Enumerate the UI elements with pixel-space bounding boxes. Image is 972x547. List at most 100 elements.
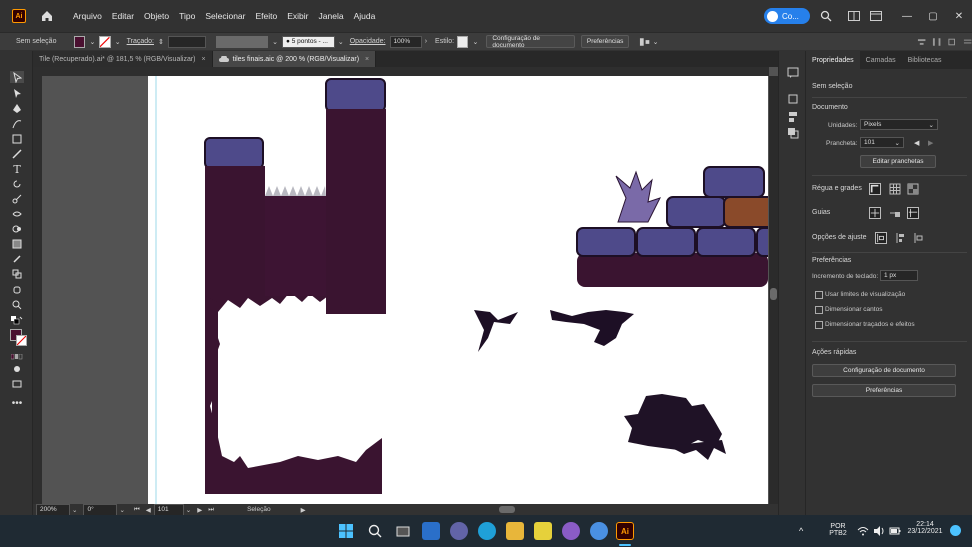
prev-artboard-icon[interactable]: ◀	[146, 506, 151, 514]
screen-mode[interactable]	[10, 378, 24, 390]
notification-badge[interactable]	[950, 525, 961, 536]
preferences-button[interactable]: Preferências	[580, 35, 630, 48]
hand-tool[interactable]	[10, 283, 24, 295]
brush-dropdown-icon[interactable]: ⌄	[338, 38, 344, 46]
menu-arquivo[interactable]: Arquivo	[68, 11, 107, 21]
status-arrow-icon[interactable]: ▶	[301, 506, 306, 514]
shape-builder-tool[interactable]	[10, 223, 24, 235]
transform-icon[interactable]	[947, 37, 956, 47]
drawing-modes[interactable]	[10, 363, 24, 375]
menu-ajuda[interactable]: Ajuda	[349, 11, 381, 21]
input-language[interactable]: POR PTB2	[826, 523, 850, 537]
units-select[interactable]: Pixels ⌄	[860, 119, 938, 130]
pathfinder-icon[interactable]	[787, 127, 799, 139]
artboard[interactable]	[148, 76, 778, 504]
scale-strokes-effects-checkbox[interactable]	[815, 321, 823, 329]
curvature-tool[interactable]	[10, 117, 24, 129]
menu-objeto[interactable]: Objeto	[139, 11, 174, 21]
show-hidden-icons[interactable]: ^	[799, 526, 803, 536]
artboards-icon[interactable]	[787, 93, 799, 105]
clock[interactable]: 22:14 23/12/2021	[905, 521, 945, 535]
menu-selecionar[interactable]: Selecionar	[200, 11, 250, 21]
artwork[interactable]	[148, 76, 778, 504]
last-artboard-icon[interactable]: ⏭	[208, 506, 214, 514]
lock-guides-icon[interactable]	[889, 207, 901, 219]
vertical-ruler[interactable]	[33, 76, 42, 504]
opacity-arrow-icon[interactable]: ›	[425, 38, 427, 45]
tool-status[interactable]: Seleção	[247, 506, 271, 513]
arrange-documents-icon[interactable]	[848, 11, 860, 21]
width-tool[interactable]	[10, 208, 24, 220]
menu-tipo[interactable]: Tipo	[174, 11, 200, 21]
align-panel-icon[interactable]	[787, 111, 799, 123]
tab-libraries[interactable]: Bibliotecas	[902, 51, 948, 69]
vertical-scrollbar[interactable]	[769, 76, 778, 504]
vertical-scroll-thumb[interactable]	[770, 288, 777, 300]
align-icon[interactable]	[917, 37, 926, 47]
ruler-toggle-icon[interactable]	[869, 183, 881, 195]
arrange-dropdown-icon[interactable]: ⌄	[653, 38, 659, 46]
use-preview-bounds-checkbox[interactable]	[815, 291, 823, 299]
zoom-tool[interactable]	[10, 299, 24, 311]
comments-icon[interactable]	[787, 67, 799, 79]
tab-tile-recuperado[interactable]: Tile (Recuperado).ai* @ 181,5 % (RGB/Vis…	[33, 51, 213, 67]
maximize-button[interactable]: ▢	[920, 11, 946, 22]
task-view-icon[interactable]	[396, 524, 410, 538]
rectangle-tool[interactable]	[10, 133, 24, 145]
rotation-dropdown-icon[interactable]: ⌄	[119, 506, 124, 514]
menu-exibir[interactable]: Exibir	[282, 11, 313, 21]
artboard-select[interactable]: 101 ⌄	[860, 137, 904, 148]
blend-tool[interactable]	[10, 268, 24, 280]
search-icon[interactable]	[820, 10, 832, 22]
opacity-label[interactable]: Opacidade:	[350, 38, 386, 45]
smart-guides-icon[interactable]	[907, 207, 919, 219]
fill-swatch[interactable]	[74, 35, 86, 48]
keyboard-increment-field[interactable]: 1 px	[880, 270, 918, 281]
stroke-weight-stepper[interactable]: ⇕	[158, 38, 164, 46]
next-artboard-panel-icon[interactable]: ▶	[928, 139, 933, 147]
rotation-field[interactable]: 0°	[83, 503, 118, 516]
grid-toggle-icon[interactable]	[889, 183, 901, 195]
prev-artboard-panel-icon[interactable]: ◀	[914, 139, 919, 147]
scale-tool[interactable]	[10, 193, 24, 205]
style-dropdown-icon[interactable]: ⌄	[472, 38, 478, 46]
quick-document-setup-button[interactable]: Configuração de documento	[812, 364, 956, 377]
eyedropper-tool[interactable]	[10, 253, 24, 265]
zoom-field[interactable]: 200%	[36, 503, 70, 516]
profile-dropdown-icon[interactable]: ⌄	[272, 38, 278, 46]
transparency-grid-icon[interactable]	[907, 183, 919, 195]
zoom-dropdown-icon[interactable]: ⌄	[72, 506, 77, 514]
chrome-profile-icon[interactable]	[562, 522, 580, 540]
wifi-icon[interactable]	[857, 526, 869, 536]
type-tool[interactable]: T	[10, 163, 24, 176]
edge-browser-icon[interactable]	[478, 522, 496, 540]
style-swatch[interactable]	[457, 35, 469, 48]
close-window-button[interactable]: ✕	[946, 11, 972, 22]
pen-tool[interactable]	[10, 102, 24, 114]
tab-tiles-finais[interactable]: tiles finais.aic @ 200 % (RGB/Visualizar…	[212, 51, 377, 67]
first-artboard-icon[interactable]: ⏮	[134, 506, 140, 514]
taskbar-search-icon[interactable]	[368, 524, 382, 538]
menu-editar[interactable]: Editar	[107, 11, 139, 21]
next-artboard-icon[interactable]: ▶	[197, 506, 202, 514]
stroke-color-box[interactable]	[16, 335, 27, 346]
document-setup-button[interactable]: Configuração de documento	[486, 35, 575, 49]
workspace-switcher-icon[interactable]	[870, 11, 882, 21]
stroke-swatch[interactable]	[99, 35, 111, 48]
arrange-icon[interactable]	[639, 37, 650, 47]
volume-icon[interactable]	[873, 526, 885, 536]
edit-toolbar-button[interactable]: •••	[10, 397, 24, 409]
show-guides-icon[interactable]	[869, 207, 881, 219]
snap-to-pixel-icon[interactable]	[895, 232, 907, 244]
close-tab-icon[interactable]: ×	[365, 56, 369, 63]
brush-definition-field[interactable]: ● 5 pontos - ...	[282, 35, 335, 48]
battery-icon[interactable]	[889, 526, 901, 536]
windows-start-icon[interactable]	[339, 524, 353, 538]
color-mode-buttons[interactable]	[10, 351, 24, 363]
paintbrush-tool[interactable]	[10, 148, 24, 160]
distribute-icon[interactable]	[932, 37, 941, 47]
stroke-dropdown-icon[interactable]: ⌄	[115, 38, 121, 46]
fill-stroke-swatches[interactable]	[10, 329, 30, 347]
fill-dropdown-icon[interactable]: ⌄	[89, 38, 95, 46]
menu-janela[interactable]: Janela	[314, 11, 349, 21]
